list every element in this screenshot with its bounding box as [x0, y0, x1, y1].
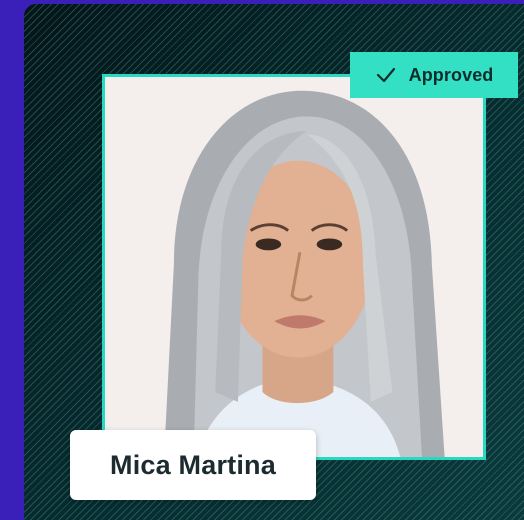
profile-photo	[102, 74, 486, 460]
check-icon	[375, 64, 397, 86]
approved-badge: Approved	[350, 52, 518, 98]
portrait-illustration	[105, 77, 483, 457]
profile-name: Mica Martina	[110, 449, 276, 480]
status-label: Approved	[408, 64, 494, 85]
name-card: Mica Martina	[70, 430, 316, 500]
profile-card-stage: Approved Mica Martina	[24, 4, 524, 520]
